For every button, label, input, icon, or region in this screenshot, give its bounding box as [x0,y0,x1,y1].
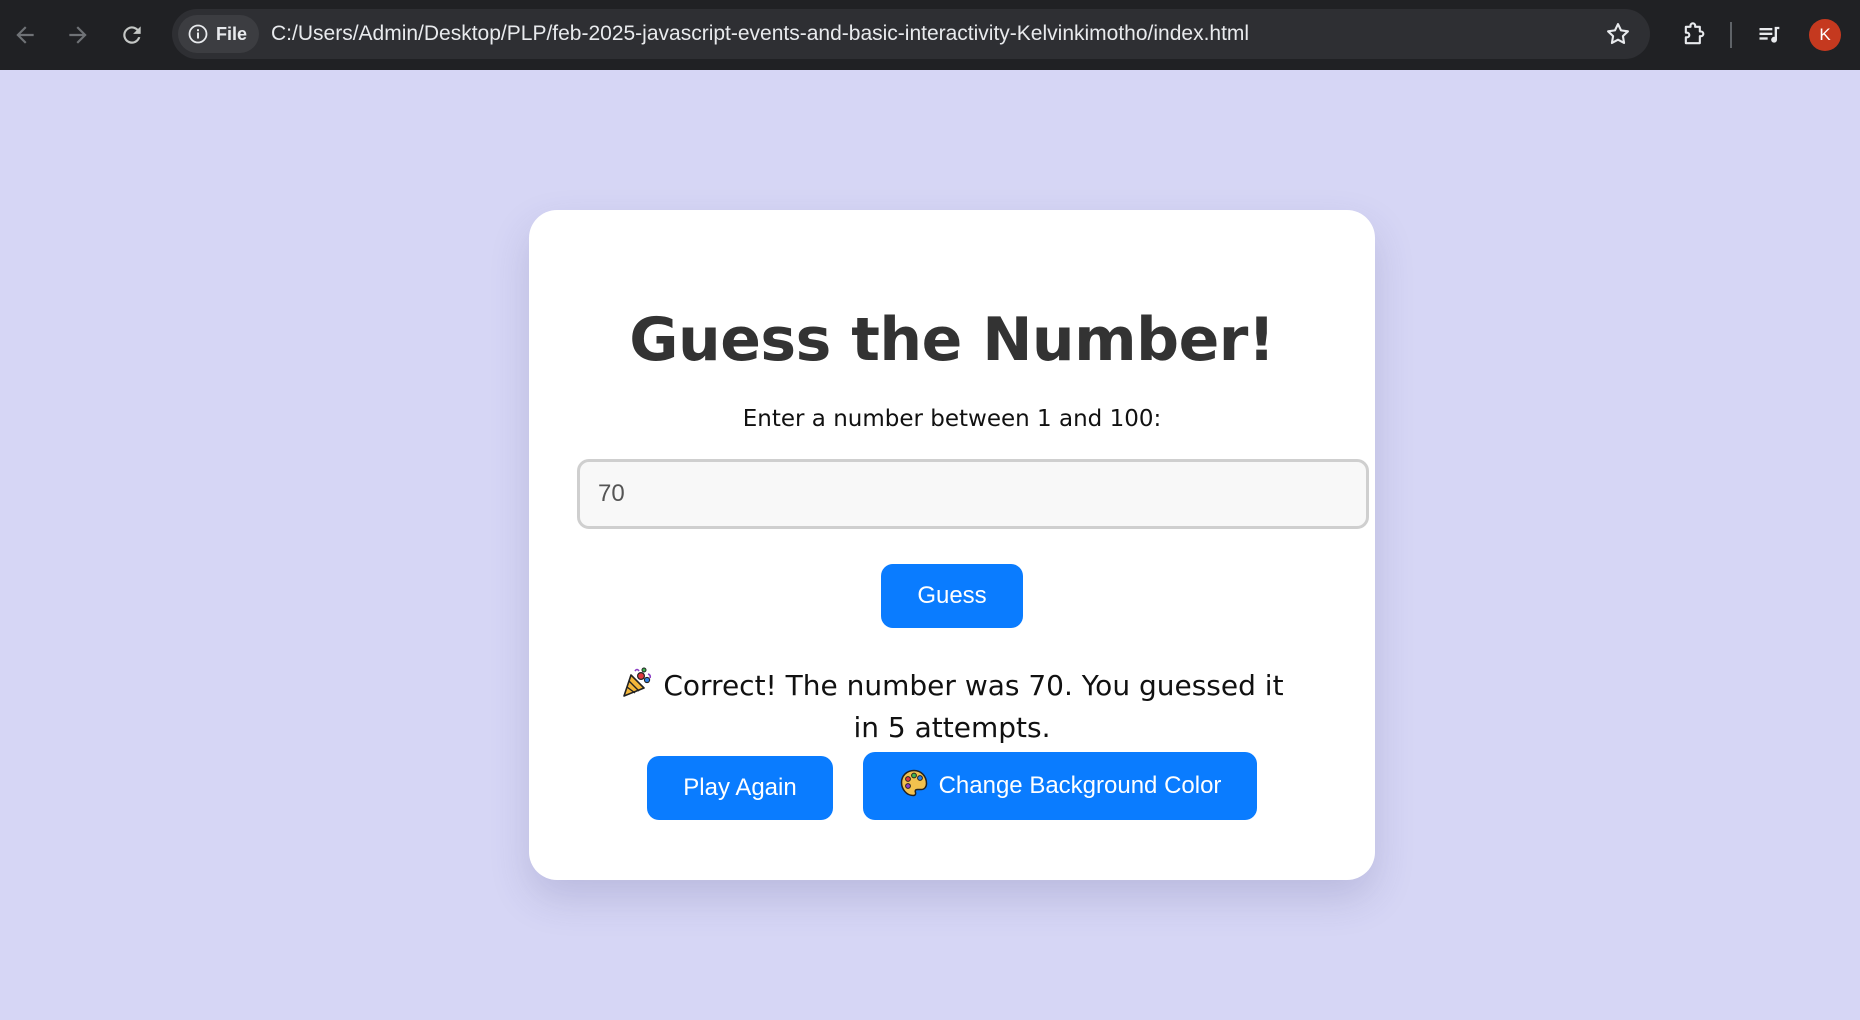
info-icon [188,24,208,44]
back-button[interactable] [5,15,45,55]
media-controls-button[interactable] [1750,15,1790,55]
address-bar[interactable]: File C:/Users/Admin/Desktop/PLP/feb-2025… [172,9,1650,59]
puzzle-icon [1684,22,1705,45]
guess-button[interactable]: Guess [881,564,1023,628]
browser-toolbar: File C:/Users/Admin/Desktop/PLP/feb-2025… [0,0,1860,70]
extensions-button[interactable] [1674,15,1714,55]
artist-palette-icon [899,768,929,805]
number-prompt: Enter a number between 1 and 100: [742,406,1162,432]
arrow-right-icon [69,26,87,44]
toolbar-divider [1730,22,1732,48]
change-background-label: Change Background Color [938,772,1222,799]
result-message: Correct! The number was 70. You guessed … [609,665,1295,747]
url-text[interactable]: C:/Users/Admin/Desktop/PLP/feb-2025-java… [271,22,1249,46]
reload-button[interactable] [112,15,152,55]
forward-button[interactable] [58,15,98,55]
game-card: Guess the Number! Enter a number between… [529,210,1375,880]
site-chip-label: File [216,23,248,44]
party-popper-icon [620,665,654,709]
playlist-icon [1759,26,1780,43]
result-text: Correct! The number was 70. You guessed … [663,669,1284,744]
bookmark-button[interactable] [1604,20,1632,52]
profile-avatar[interactable]: K [1809,19,1841,51]
change-background-button[interactable]: Change Background Color [863,752,1257,820]
star-icon [1607,23,1629,45]
reload-icon [123,26,141,44]
site-info-chip[interactable]: File [178,15,260,53]
arrow-left-icon [16,26,34,44]
page-title: Guess the Number! [629,305,1275,375]
play-again-button[interactable]: Play Again [647,756,833,820]
guess-input[interactable] [577,459,1369,529]
